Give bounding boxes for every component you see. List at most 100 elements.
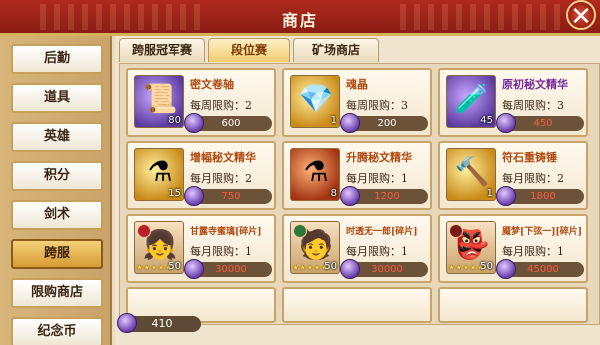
potion-icon: ⚗ 8: [290, 148, 340, 201]
price-button[interactable]: 450: [496, 113, 584, 133]
item-name: 甘露寺蜜璃[碎片]: [190, 227, 262, 237]
character-portrait: 👧 ★★★★★ 50: [134, 221, 184, 274]
scroll-icon: 📜 80: [134, 75, 184, 128]
price-value: 200: [377, 118, 397, 129]
purchase-limit: 每周限购：3: [502, 99, 564, 112]
element-badge-icon: [449, 224, 463, 238]
item-count: 45: [480, 115, 493, 126]
purchase-limit: 每周限购：3: [346, 99, 408, 112]
element-badge-icon: [137, 224, 151, 238]
shop-item-card[interactable]: 📜 80 密文卷轴 每周限购：2 600: [126, 68, 276, 137]
shop-item-card[interactable]: 🔨 1 符石重铸锤 每月限购：2 1800: [438, 141, 588, 210]
sidebar: 后勤 道具 英雄 积分 剑术 跨服 限购商店 纪念币: [0, 36, 112, 345]
potion-icon: 🧪 45: [446, 75, 496, 128]
item-name: 升腾秘文精华: [346, 151, 412, 164]
price-button[interactable]: 1800: [496, 186, 584, 206]
sidebar-item-commemorative-coin[interactable]: 纪念币: [11, 317, 103, 345]
coin-icon: [340, 186, 360, 206]
shop-item-card[interactable]: 🧪 45 原初秘文精华 每周限购：3 450: [438, 68, 588, 137]
shop-item-card[interactable]: 💎 1 魂晶 每周限购：3 200: [282, 68, 432, 137]
item-name: 时透无一郎[碎片]: [346, 227, 418, 237]
shop-panel: 跨服冠军赛 段位赛 矿场商店 📜 80 密文卷轴 每周限购：2 600 💎 1 …: [115, 36, 600, 345]
coin-icon: [496, 259, 516, 279]
item-name: 增幅秘文精华: [190, 151, 256, 164]
item-count: 1: [330, 115, 337, 126]
price-value: 1800: [530, 191, 556, 202]
item-name: 密文卷轴: [190, 78, 234, 91]
star-rating: ★★★★★: [448, 263, 484, 272]
item-count: 80: [168, 115, 181, 126]
purchase-limit: 每月限购：2: [190, 172, 252, 185]
price-button[interactable]: 30000: [340, 259, 428, 279]
star-rating: ★★★★★: [292, 263, 328, 272]
price-value: 1200: [374, 191, 400, 202]
coin-icon: [496, 113, 516, 133]
price-value: 600: [221, 118, 241, 129]
purchase-limit: 每月限购：2: [502, 172, 564, 185]
price-value: 750: [221, 191, 241, 202]
close-button[interactable]: ✕: [566, 0, 596, 32]
coin-icon: [184, 113, 204, 133]
sidebar-item-limited-shop[interactable]: 限购商店: [11, 278, 103, 308]
item-name: 符石重铸锤: [502, 151, 557, 164]
shop-item-card[interactable]: 👧 ★★★★★ 50 甘露寺蜜璃[碎片] 每月限购：1 30000: [126, 214, 276, 283]
purchase-limit: 每周限购：2: [190, 99, 252, 112]
shop-item-card[interactable]: ⚗ 15 增幅秘文精华 每月限购：2 750: [126, 141, 276, 210]
coin-icon: [184, 259, 204, 279]
item-name: 原初秘文精华: [502, 78, 568, 91]
star-rating: ★★★★★: [136, 263, 172, 272]
item-name: 魇梦[下弦一][碎片]: [502, 227, 583, 237]
price-button[interactable]: 200: [340, 113, 428, 133]
tab-cross-server-championship[interactable]: 跨服冠军赛: [119, 38, 205, 62]
currency-amount: 410: [151, 317, 173, 330]
potion-icon: ⚗ 15: [134, 148, 184, 201]
purchase-limit: 每月限购：1: [190, 245, 252, 258]
price-button[interactable]: 1200: [340, 186, 428, 206]
item-count: 50: [480, 261, 493, 272]
item-count: 50: [324, 261, 337, 272]
sidebar-item-points[interactable]: 积分: [11, 161, 103, 191]
coin-icon: [184, 186, 204, 206]
price-value: 450: [533, 118, 553, 129]
price-value: 45000: [527, 264, 559, 275]
shop-item-card[interactable]: 🧑 ★★★★★ 50 时透无一郎[碎片] 每月限购：1 30000: [282, 214, 432, 283]
sidebar-item-logistics[interactable]: 后勤: [11, 44, 103, 74]
sidebar-item-swordsmanship[interactable]: 剑术: [11, 200, 103, 230]
tab-ranked-match[interactable]: 段位赛: [208, 38, 290, 62]
price-button[interactable]: 600: [184, 113, 272, 133]
price-button[interactable]: 30000: [184, 259, 272, 279]
price-value: 30000: [215, 264, 247, 275]
price-value: 30000: [371, 264, 403, 275]
item-grid: 📜 80 密文卷轴 每周限购：2 600 💎 1 魂晶 每周限购：3 200 🧪…: [119, 63, 600, 325]
item-count: 8: [330, 188, 337, 199]
header-bar: 商店 ✕: [0, 0, 600, 36]
item-name: 魂晶: [346, 78, 368, 91]
coin-icon: [340, 113, 360, 133]
purchase-limit: 每月限购：1: [346, 245, 408, 258]
purchase-limit: 每月限购：1: [502, 245, 564, 258]
shop-item-card[interactable]: [282, 287, 432, 323]
crystal-icon: 💎 1: [290, 75, 340, 128]
character-portrait: 🧑 ★★★★★ 50: [290, 221, 340, 274]
coin-icon: [340, 259, 360, 279]
price-button[interactable]: 750: [184, 186, 272, 206]
page-title: 商店: [281, 11, 318, 30]
character-portrait: 👺 ★★★★★ 50: [446, 221, 496, 274]
sidebar-item-items[interactable]: 道具: [11, 83, 103, 113]
item-count: 1: [486, 188, 493, 199]
tab-mine-shop[interactable]: 矿场商店: [293, 38, 379, 62]
hammer-icon: 🔨 1: [446, 148, 496, 201]
purchase-limit: 每月限购：1: [346, 172, 408, 185]
shop-item-card[interactable]: [438, 287, 588, 323]
price-button[interactable]: 45000: [496, 259, 584, 279]
shop-item-card[interactable]: ⚗ 8 升腾秘文精华 每月限购：1 1200: [282, 141, 432, 210]
sidebar-item-heroes[interactable]: 英雄: [11, 122, 103, 152]
item-count: 50: [168, 261, 181, 272]
coin-icon: [117, 313, 137, 333]
sidebar-item-cross-server[interactable]: 跨服: [11, 239, 103, 269]
shop-item-card[interactable]: 👺 ★★★★★ 50 魇梦[下弦一][碎片] 每月限购：1 45000: [438, 214, 588, 283]
coin-icon: [496, 186, 516, 206]
element-badge-icon: [293, 224, 307, 238]
item-count: 15: [168, 188, 181, 199]
currency-balance: 410: [117, 313, 201, 333]
